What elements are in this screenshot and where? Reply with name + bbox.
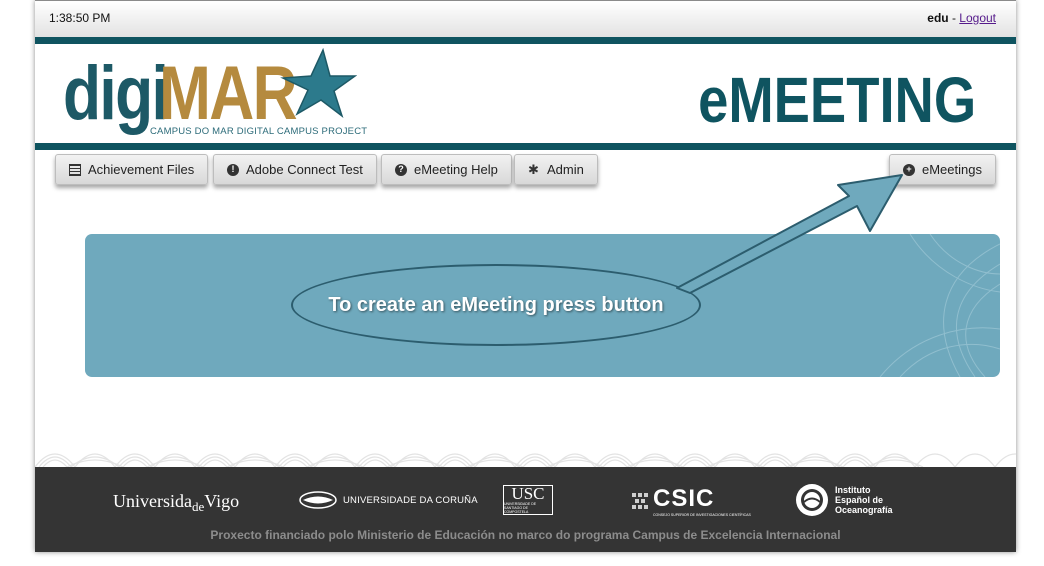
- uvigo-text-a: Universida: [113, 491, 192, 511]
- uvigo-text-c: Vigo: [204, 491, 240, 511]
- csic-text: CSIC: [653, 485, 715, 512]
- csic-logo[interactable]: CSIC CONSEJO SUPERIOR DE INVESTIGACIONES…: [632, 485, 751, 517]
- question-icon: ?: [395, 163, 407, 176]
- achievement-files-label: Achievement Files: [88, 162, 195, 177]
- ieo-text-1: Instituto: [835, 485, 871, 495]
- top-bar: 1:38:50 PM edu - Logout: [35, 0, 1016, 37]
- brand-title: eMEETING: [697, 64, 976, 136]
- achievement-files-button[interactable]: Achievement Files: [55, 154, 209, 185]
- emeetings-button[interactable]: + eMeetings: [889, 154, 996, 185]
- admin-label: Admin: [547, 162, 584, 177]
- callout-text: To create an eMeeting press button: [328, 293, 664, 316]
- header: digi MAR CAMPUS DO MAR DIGITAL CAMPUS PR…: [35, 44, 1016, 143]
- ieo-logo[interactable]: Instituto Español de Oceanografía: [795, 483, 893, 517]
- footer: UniversidadeVigo UNIVERSIDADE DA CORUÑA …: [35, 467, 1016, 552]
- user-separator: -: [948, 11, 960, 25]
- adobe-connect-test-button[interactable]: ! Adobe Connect Test: [213, 154, 377, 185]
- usc-text: USC: [511, 484, 545, 503]
- csic-emblem-icon: [632, 493, 648, 509]
- ieo-text-3: Oceanografía: [835, 505, 893, 515]
- ieo-text-2: Español de: [835, 495, 884, 505]
- universidade-vigo-logo[interactable]: UniversidadeVigo: [113, 491, 240, 514]
- funding-text: Proxecto financiado polo Ministerio de E…: [210, 528, 841, 542]
- waves-decoration: [35, 453, 1016, 467]
- udc-text: UNIVERSIDADE DA CORUÑA: [343, 494, 478, 506]
- ieo-emblem-icon: [796, 484, 828, 516]
- info-panel: To create an eMeeting press button: [85, 234, 1000, 377]
- logo-subtitle: CAMPUS DO MAR DIGITAL CAMPUS PROJECT: [150, 126, 368, 137]
- universidade-coruna-logo[interactable]: UNIVERSIDADE DA CORUÑA: [299, 491, 478, 509]
- gear-icon: ✱: [528, 161, 539, 177]
- logout-link[interactable]: Logout: [959, 11, 996, 25]
- clock: 1:38:50 PM: [49, 11, 111, 25]
- uvigo-text-b: de: [191, 499, 205, 514]
- usc-small-text: UNIVERSIDADE DE SANTIAGO DE COMPOSTELA: [504, 502, 537, 514]
- header-top-stripe: [35, 37, 1016, 44]
- username: edu: [927, 11, 949, 25]
- page-container: 1:38:50 PM edu - Logout digi MAR CAMPUS …: [35, 0, 1016, 552]
- header-bottom-stripe: [35, 143, 1016, 150]
- exclamation-icon: !: [227, 163, 239, 176]
- user-box: edu - Logout: [927, 11, 996, 25]
- logo-digi-text: digi: [63, 51, 169, 136]
- csic-small-text: CONSEJO SUPERIOR DE INVESTIGACIONES CIEN…: [653, 513, 751, 517]
- emeetings-label: eMeetings: [922, 162, 982, 177]
- usc-logo[interactable]: USC UNIVERSIDADE DE SANTIAGO DE COMPOSTE…: [503, 485, 553, 515]
- digimar-logo[interactable]: digi MAR CAMPUS DO MAR DIGITAL CAMPUS PR…: [63, 48, 367, 138]
- list-icon: [69, 163, 81, 176]
- plus-circle-icon: +: [903, 163, 915, 176]
- udc-emblem-icon: [299, 491, 337, 509]
- starfish-icon: [280, 48, 357, 119]
- emeeting-help-button[interactable]: ? eMeeting Help: [381, 154, 512, 185]
- emeeting-help-label: eMeeting Help: [414, 162, 498, 177]
- panel-decoration: [879, 234, 1000, 377]
- adobe-connect-test-label: Adobe Connect Test: [246, 162, 363, 177]
- callout-ellipse: To create an eMeeting press button: [291, 264, 701, 346]
- admin-button[interactable]: ✱ Admin: [514, 154, 598, 185]
